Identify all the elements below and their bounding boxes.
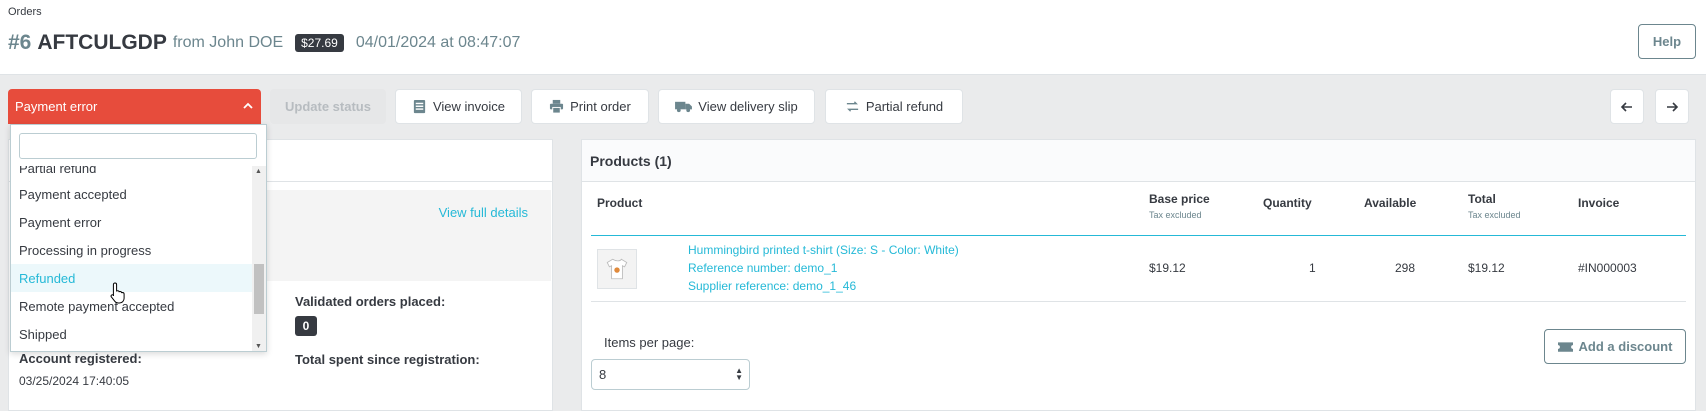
column-base-price: Base price Tax excluded <box>1149 192 1210 220</box>
column-invoice-label: Invoice <box>1578 196 1620 210</box>
page-header: Orders #6 AFTCULGDP from John DOE $27.69… <box>0 0 1706 75</box>
items-per-page-value: 8 <box>599 367 607 382</box>
breadcrumb[interactable]: Orders <box>8 6 42 18</box>
validated-orders-label: Validated orders placed: <box>295 294 446 309</box>
row-base-price: $19.12 <box>1149 261 1186 275</box>
tshirt-icon <box>606 258 628 280</box>
products-title: Products (1) <box>582 140 1695 182</box>
column-invoice: Invoice <box>1578 196 1619 210</box>
column-total-sub: Tax excluded <box>1468 210 1521 220</box>
status-option[interactable]: Payment accepted <box>11 180 252 208</box>
order-total-badge: $27.69 <box>295 34 344 52</box>
order-status-value: Payment error <box>15 99 98 114</box>
product-thumbnail[interactable] <box>597 249 637 289</box>
page-title: #6 AFTCULGDP from John DOE $27.69 04/01/… <box>8 31 520 55</box>
account-registered-value: 03/25/2024 17:40:05 <box>19 374 130 388</box>
view-full-details-link[interactable]: View full details <box>439 205 528 220</box>
products-card: Products (1) Product Base price Tax exclu… <box>581 139 1696 411</box>
next-order-button[interactable] <box>1655 89 1689 124</box>
document-icon <box>413 99 426 114</box>
status-option[interactable]: Payment error <box>11 208 252 236</box>
scroll-down-icon[interactable]: ▼ <box>255 343 262 350</box>
status-option-highlighted[interactable]: Refunded <box>11 264 252 292</box>
scroll-up-icon[interactable]: ▲ <box>255 168 262 175</box>
arrow-left-icon <box>1620 101 1632 112</box>
product-reference[interactable]: Reference number: demo_1 <box>688 261 837 275</box>
row-invoice: #IN000003 <box>1578 261 1637 275</box>
order-reference: AFTCULGDP <box>37 31 167 54</box>
row-available: 298 <box>1395 261 1416 275</box>
ticket-icon <box>1557 341 1573 352</box>
view-invoice-label: View invoice <box>432 99 506 114</box>
print-order-button[interactable]: Print order <box>531 89 649 124</box>
order-number: #6 <box>8 31 32 54</box>
status-option[interactable]: Remote payment accepted <box>11 292 252 320</box>
printer-icon <box>550 99 564 114</box>
customer-summary-box <box>259 190 551 281</box>
row-total: $19.12 <box>1468 261 1505 275</box>
order-customer: from John DOE <box>172 34 284 51</box>
order-status-dropdown: Partial refund Payment accepted Payment … <box>10 124 267 352</box>
items-per-page-label: Items per page: <box>604 335 695 350</box>
arrow-right-icon <box>1667 101 1679 112</box>
order-date: 04/01/2024 at 08:47:07 <box>355 34 521 51</box>
column-quantity: Quantity <box>1263 196 1312 210</box>
column-base-price-label: Base price <box>1149 192 1210 206</box>
update-status-button[interactable]: Update status <box>270 89 386 124</box>
status-search-input[interactable] <box>19 133 257 159</box>
chevron-up-icon <box>243 102 253 109</box>
view-invoice-button[interactable]: View invoice <box>395 89 522 124</box>
column-total: Total Tax excluded <box>1468 192 1521 220</box>
product-name-link[interactable]: Hummingbird printed t-shirt (Size: S - C… <box>688 243 959 257</box>
print-order-label: Print order <box>570 99 631 114</box>
column-available: Available <box>1364 196 1416 210</box>
order-status-select[interactable]: Payment error <box>8 89 261 124</box>
truck-icon <box>675 101 693 113</box>
total-spent-label: Total spent since registration: <box>295 352 480 367</box>
swap-arrows-icon <box>846 101 858 112</box>
add-discount-button[interactable]: Add a discount <box>1544 329 1686 364</box>
column-base-price-sub: Tax excluded <box>1149 210 1202 220</box>
partial-refund-button[interactable]: Partial refund <box>825 89 963 124</box>
scrollbar-thumb[interactable] <box>254 264 264 314</box>
help-button[interactable]: Help <box>1638 24 1696 59</box>
column-total-label: Total <box>1468 192 1496 206</box>
view-delivery-slip-button[interactable]: View delivery slip <box>658 89 815 124</box>
view-delivery-slip-label: View delivery slip <box>698 99 798 114</box>
select-arrows-icon: ▲ ▼ <box>735 366 743 382</box>
status-options-list: Partial refund Payment accepted Payment … <box>11 166 252 351</box>
column-product-label: Product <box>597 196 643 210</box>
table-row-divider <box>591 301 1686 302</box>
previous-order-button[interactable] <box>1610 89 1644 124</box>
column-available-label: Available <box>1364 196 1417 210</box>
status-option[interactable]: Processing in progress <box>11 236 252 264</box>
account-registered-label: Account registered: <box>19 351 142 366</box>
items-per-page-select[interactable]: 8 ▲ ▼ <box>591 359 750 390</box>
add-discount-label: Add a discount <box>1578 339 1673 354</box>
column-quantity-label: Quantity <box>1263 196 1312 210</box>
product-supplier-reference[interactable]: Supplier reference: demo_1_46 <box>688 279 856 293</box>
dropdown-scrollbar[interactable]: ▲ ▼ <box>252 166 266 351</box>
column-product: Product <box>597 196 642 210</box>
status-option[interactable]: Shipped <box>11 320 252 348</box>
validated-orders-badge: 0 <box>295 316 317 336</box>
pointer-cursor-icon <box>110 282 125 304</box>
table-header-divider <box>591 235 1686 236</box>
row-quantity: 1 <box>1309 261 1316 275</box>
partial-refund-label: Partial refund <box>865 99 944 114</box>
